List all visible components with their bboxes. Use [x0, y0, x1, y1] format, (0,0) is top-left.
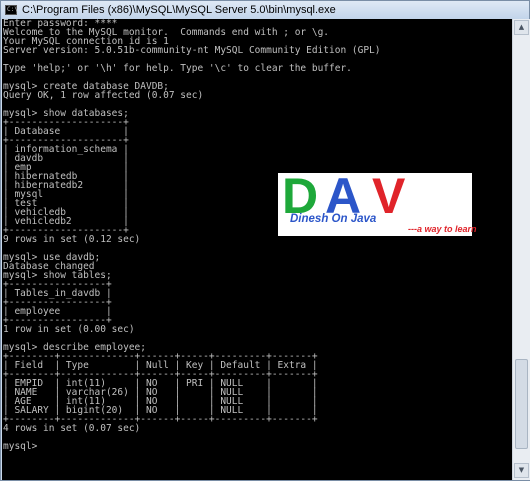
scroll-up-button[interactable]: ▲: [514, 20, 529, 35]
logo-letter-v: V: [372, 168, 405, 224]
console-app-icon[interactable]: C:\: [5, 5, 18, 15]
dav-logo: D A V Dinesh On Java ---a way to learn: [278, 168, 477, 236]
console-output[interactable]: Enter password: **** Welcome to the MySQL…: [2, 19, 512, 480]
title-bar[interactable]: C:\ C:\Program Files (x86)\MySQL\MySQL S…: [1, 1, 529, 19]
console-line: mysql>: [3, 441, 38, 452]
triangle-up-icon: ▲: [518, 23, 525, 31]
triangle-down-icon: ▼: [518, 466, 525, 474]
scroll-thumb[interactable]: [515, 359, 528, 449]
logo-subtitle: ---a way to learn: [408, 224, 477, 234]
console-line: Query OK, 1 row affected (0.07 sec): [3, 90, 204, 101]
logo-tagline: Dinesh On Java: [290, 213, 377, 225]
vertical-scrollbar[interactable]: ▲ ▼: [512, 19, 530, 480]
console-line: 1 row in set (0.00 sec): [3, 324, 135, 335]
console-line: Server version: 5.0.51b-community-nt MyS…: [3, 45, 381, 56]
scroll-down-button[interactable]: ▼: [514, 463, 529, 478]
console-window: C:\ C:\Program Files (x86)\MySQL\MySQL S…: [0, 0, 530, 481]
window-title: C:\Program Files (x86)\MySQL\MySQL Serve…: [22, 4, 336, 16]
console-line: 4 rows in set (0.07 sec): [3, 423, 141, 434]
console-line: 9 rows in set (0.12 sec): [3, 234, 141, 245]
console-line: Type 'help;' or '\h' for help. Type '\c'…: [3, 63, 352, 74]
